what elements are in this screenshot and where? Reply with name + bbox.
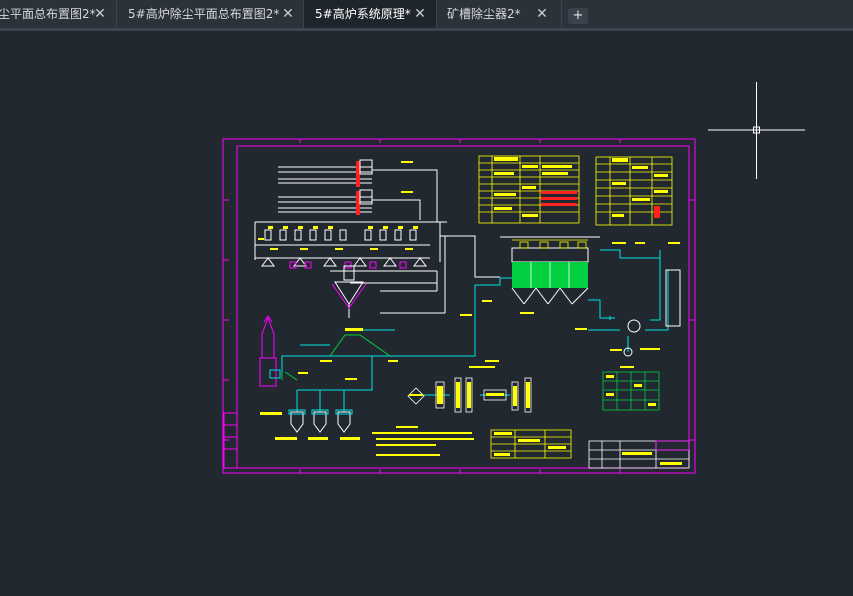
tab-label: 5#高炉系统原理*: [315, 7, 411, 21]
tower-valve: [269, 369, 281, 379]
cad-drawing: [222, 138, 696, 474]
close-icon[interactable]: ✕: [534, 0, 550, 28]
feeder-labels: [258, 161, 418, 250]
valve-markers-top: [356, 161, 360, 215]
tab-bf5-dust-layout[interactable]: 5#高炉除尘平面总布置图2* ✕: [117, 0, 304, 28]
title-block-fill: [622, 452, 682, 465]
plus-icon[interactable]: +: [568, 8, 588, 24]
close-icon[interactable]: ✕: [280, 0, 296, 28]
drawing-canvas[interactable]: [0, 31, 853, 592]
notes: [372, 426, 474, 456]
dust-catchers: [290, 411, 351, 433]
table-right-red: [654, 206, 660, 218]
left-tower: [259, 315, 277, 387]
sheet-frame: [222, 138, 696, 474]
cyan-pipes: [281, 249, 681, 412]
table-left-red: [541, 191, 577, 206]
close-icon[interactable]: ✕: [92, 0, 108, 28]
tab-label: 尘平面总布置图2*: [0, 7, 96, 21]
furnace-top-hopper: [334, 265, 364, 318]
tab-label: 矿槽除尘器2*: [447, 7, 521, 21]
title-block-logo-cell: [655, 440, 690, 451]
close-icon[interactable]: ✕: [412, 0, 428, 28]
tab-ore-trough-collector[interactable]: 矿槽除尘器2* ✕: [437, 0, 562, 28]
fan: [627, 319, 641, 333]
process-lines-top: [254, 166, 500, 314]
tab-bf5-system-schematic[interactable]: 5#高炉系统原理* ✕: [304, 0, 437, 28]
bag-filter-top: [512, 239, 588, 249]
table-left-fill: [494, 157, 572, 217]
document-tab-bar: 尘平面总布置图2* ✕ 5#高炉除尘平面总布置图2* ✕ 5#高炉系统原理* ✕…: [0, 0, 853, 31]
tab-label: 5#高炉除尘平面总布置图2*: [128, 7, 280, 21]
tab-dust-layout[interactable]: 尘平面总布置图2* ✕: [0, 0, 117, 28]
magenta-feeders: [289, 261, 407, 269]
